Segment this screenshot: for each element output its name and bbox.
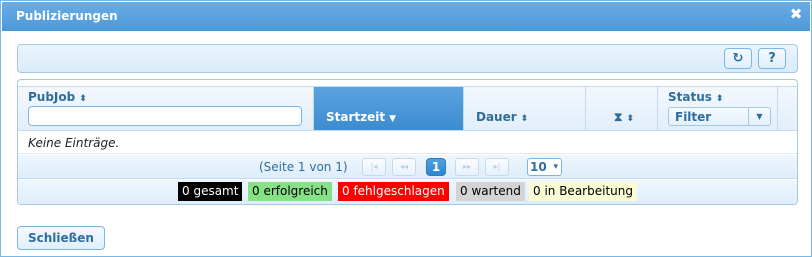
stat-failed: 0 fehlgeschlagen — [338, 182, 449, 201]
page-size-value: 10 — [530, 160, 547, 174]
grid-header: PubJob ⬍ Startzeit ▼ Dauer ⬍ ⧗ ⬍ Status … — [18, 86, 797, 131]
stat-waiting: 0 wartend — [456, 182, 525, 201]
page-size-select[interactable]: 10 ▾ — [527, 158, 562, 176]
grid-toolbar: ↻ ? — [17, 44, 798, 73]
hourglass-icon: ⧗ — [614, 110, 623, 124]
pubjob-filter-input[interactable] — [28, 106, 302, 126]
column-pubjob-label: PubJob — [28, 90, 76, 104]
prev-page-button[interactable]: ◂◂ — [392, 158, 416, 176]
chevron-down-icon: ▾ — [553, 162, 558, 172]
dialog-titlebar[interactable]: Publizierungen ✖ — [2, 2, 810, 31]
publizierungen-dialog: Publizierungen ✖ ↻ ? PubJob ⬍ Startzeit ▼ — [0, 0, 812, 257]
pager: (Seite 1 von 1) |◂ ◂◂ 1 ▸▸ ▸| 10 ▾ — [18, 155, 797, 179]
sort-icon: ⬍ — [626, 114, 634, 124]
current-page-button[interactable]: 1 — [426, 158, 446, 176]
sort-icon: ⬍ — [79, 94, 87, 104]
sort-desc-icon: ▼ — [389, 114, 397, 124]
column-startzeit[interactable]: Startzeit ▼ — [314, 87, 464, 130]
column-dauer[interactable]: Dauer ⬍ — [464, 87, 586, 130]
refresh-icon: ↻ — [732, 51, 744, 66]
stat-in-progress: 0 in Bearbeitung — [529, 182, 637, 201]
empty-row: Keine Einträge. — [18, 132, 797, 154]
sort-icon: ⬍ — [520, 114, 529, 124]
page-info: (Seite 1 von 1) — [259, 160, 348, 174]
help-button[interactable]: ? — [758, 48, 786, 69]
column-pubjob[interactable]: PubJob ⬍ — [18, 87, 314, 130]
stat-success: 0 erfolgreich — [248, 182, 332, 201]
status-filter-select[interactable]: Filter ▼ — [668, 107, 771, 126]
status-filter-value: Filter — [675, 110, 712, 124]
column-duration-hourglass[interactable]: ⧗ ⬍ — [586, 87, 658, 130]
refresh-button[interactable]: ↻ — [724, 48, 752, 69]
first-page-button[interactable]: |◂ — [362, 158, 386, 176]
close-icon[interactable]: ✖ — [788, 6, 804, 22]
next-page-button[interactable]: ▸▸ — [455, 158, 479, 176]
column-status-label: Status — [668, 90, 712, 104]
chevron-down-icon: ▼ — [748, 108, 770, 125]
column-startzeit-label: Startzeit — [326, 110, 386, 124]
last-page-button[interactable]: ▸| — [485, 158, 509, 176]
status-summary: 0 gesamt 0 erfolgreich 0 fehlgeschlagen … — [18, 180, 797, 204]
column-dauer-label: Dauer — [476, 110, 517, 124]
sort-icon: ⬍ — [715, 94, 724, 104]
empty-message: Keine Einträge. — [28, 136, 120, 150]
close-button[interactable]: Schließen — [17, 226, 105, 250]
publication-grid: PubJob ⬍ Startzeit ▼ Dauer ⬍ ⧗ ⬍ Status … — [17, 79, 798, 205]
stat-total: 0 gesamt — [178, 182, 243, 201]
dialog-title: Publizierungen — [16, 9, 118, 23]
